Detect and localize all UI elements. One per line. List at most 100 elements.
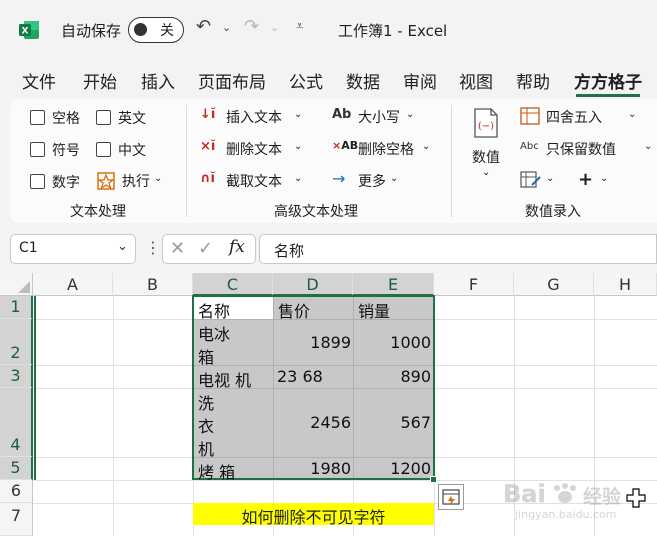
tab-help[interactable]: 帮助 <box>516 68 550 93</box>
row-header-selection-edge <box>34 296 36 480</box>
more-options-icon[interactable]: ⋮ <box>145 238 161 257</box>
formula-input[interactable]: 名称 <box>259 234 657 264</box>
checkbox-space[interactable] <box>30 110 45 125</box>
group-separator <box>451 105 452 217</box>
keep-values-label: 只保留数值 <box>546 142 616 158</box>
cell-c2-line2[interactable]: 箱 <box>198 344 214 368</box>
cell-c4-line2[interactable]: 衣 <box>198 413 214 437</box>
column-header-f[interactable]: F <box>434 273 514 296</box>
autosave-state: 关 <box>160 23 174 39</box>
tab-page-layout[interactable]: 页面布局 <box>198 68 266 93</box>
undo-dropdown-icon[interactable]: ⌄ <box>222 21 231 34</box>
execute-dropdown-icon: ⌄ <box>154 173 163 184</box>
row-header-4[interactable]: 4 <box>0 388 33 457</box>
quick-analysis-button[interactable] <box>438 484 464 510</box>
column-header-a[interactable]: A <box>33 273 113 296</box>
name-box-value: C1 <box>19 240 38 256</box>
cell-e4[interactable]: 567 <box>353 413 431 432</box>
delete-spaces-button[interactable]: ×AB 删除空格 ⌄ <box>332 137 436 161</box>
execute-button[interactable]: 执行 ⌄ <box>96 170 168 192</box>
tab-formulas[interactable]: 公式 <box>289 68 323 93</box>
add-button[interactable]: + ⌄ <box>578 169 614 193</box>
tab-fangfang[interactable]: 方方格子 <box>574 68 642 93</box>
note-cell-c7[interactable]: 如何删除不可见字符 <box>193 503 434 527</box>
group-separator <box>186 105 187 217</box>
column-header-e[interactable]: E <box>353 273 434 296</box>
column-header-h[interactable]: H <box>594 273 657 296</box>
customize-toolbar-icon[interactable]: ⩡ <box>296 19 303 34</box>
autosave-toggle[interactable]: 关 <box>128 17 184 43</box>
active-tab-indicator <box>576 94 640 97</box>
tab-data[interactable]: 数据 <box>346 68 380 93</box>
tab-review[interactable]: 审阅 <box>403 68 437 93</box>
insert-text-dropdown-icon: ⌄ <box>294 109 303 120</box>
row-header-5[interactable]: 5 <box>0 457 33 480</box>
cell-e2[interactable]: 1000 <box>353 333 431 352</box>
group-label-advanced: 高级文本处理 <box>274 204 358 220</box>
checkbox-number[interactable] <box>30 174 45 189</box>
edit-grid-button[interactable]: ⌄ <box>520 169 560 193</box>
svg-text:Bai: Bai <box>503 480 546 508</box>
redo-icon[interactable]: ↷ <box>244 16 259 37</box>
delete-text-button[interactable]: ×ĭ 删除文本 ⌄ <box>200 137 310 161</box>
checkbox-english[interactable] <box>96 110 111 125</box>
excel-logo-icon: X <box>19 21 39 39</box>
cell-d3[interactable]: 23 68 <box>277 367 323 386</box>
confirm-icon[interactable]: ✓ <box>198 238 213 259</box>
cell-c3[interactable]: 电视 机 <box>198 367 251 391</box>
cell-d5[interactable]: 1980 <box>273 459 351 478</box>
watermark-brand: 经验 <box>583 486 622 508</box>
select-all-corner[interactable] <box>0 273 33 296</box>
cut-text-dropdown-icon: ⌄ <box>294 173 303 184</box>
cell-c4-line3[interactable]: 机 <box>198 436 214 460</box>
cell-e5[interactable]: 1200 <box>353 459 431 478</box>
keep-values-button[interactable]: Abc 只保留数值 ⌄ <box>520 137 652 161</box>
row-header-1[interactable]: 1 <box>0 296 33 319</box>
plus-icon: + <box>578 169 594 190</box>
chevron-down-icon[interactable]: ⌄ <box>117 239 128 254</box>
cell-d1[interactable]: 售价 <box>278 298 310 322</box>
cell-e3[interactable]: 890 <box>353 367 431 386</box>
delete-spaces-dropdown-icon: ⌄ <box>422 141 431 152</box>
cell-c2-line1[interactable]: 电冰 <box>198 321 230 345</box>
delete-text-icon: ×ĭ <box>200 139 216 154</box>
redo-dropdown-icon[interactable]: ⌄ <box>270 21 279 34</box>
tab-file[interactable]: 文件 <box>22 68 56 93</box>
cell-d4[interactable]: 2456 <box>273 413 351 432</box>
undo-icon[interactable]: ↶ <box>196 16 211 37</box>
cell-c5[interactable]: 烤 箱 <box>198 459 235 483</box>
tab-insert[interactable]: 插入 <box>141 68 175 93</box>
cell-c4-line1[interactable]: 洗 <box>198 390 214 414</box>
more-dropdown-icon: ⌄ <box>390 173 399 184</box>
delete-text-label: 删除文本 <box>226 142 282 158</box>
more-button[interactable]: → 更多 ⌄ <box>332 169 412 193</box>
insert-text-button[interactable]: ↓ĭ 插入文本 ⌄ <box>200 105 310 129</box>
case-button[interactable]: Ab 大小写 ⌄ <box>332 105 422 129</box>
checkbox-chinese[interactable] <box>96 142 111 157</box>
edit-grid-dropdown-icon: ⌄ <box>546 173 555 184</box>
function-icon[interactable]: fx <box>229 237 245 257</box>
row-header-6[interactable]: 6 <box>0 480 33 503</box>
round-icon <box>520 107 540 125</box>
column-header-b[interactable]: B <box>113 273 193 296</box>
value-button[interactable]: (−) 数值 ⌄ <box>468 107 508 187</box>
cell-e1[interactable]: 销量 <box>358 298 390 322</box>
round-button[interactable]: 四舍五入 ⌄ <box>520 105 640 129</box>
column-header-g[interactable]: G <box>514 273 594 296</box>
column-header-c[interactable]: C <box>193 273 273 296</box>
column-header-d[interactable]: D <box>273 273 353 296</box>
cell-c1[interactable]: 名称 <box>198 298 230 322</box>
name-box[interactable]: C1 ⌄ <box>10 234 136 264</box>
cut-text-button[interactable]: ∩ĭ 截取文本 ⌄ <box>200 169 310 193</box>
fill-handle[interactable] <box>430 476 437 483</box>
row-header-2[interactable]: 2 <box>0 319 33 365</box>
watermark-url: jingyan.baidu.com <box>515 508 617 521</box>
row-header-7[interactable]: 7 <box>0 503 33 536</box>
tab-home[interactable]: 开始 <box>83 68 117 93</box>
cancel-icon[interactable]: ✕ <box>170 238 185 259</box>
delete-spaces-label: 删除空格 <box>358 142 414 158</box>
tab-view[interactable]: 视图 <box>459 68 493 93</box>
checkbox-symbol[interactable] <box>30 142 45 157</box>
row-header-3[interactable]: 3 <box>0 365 33 388</box>
cell-d2[interactable]: 1899 <box>273 333 351 352</box>
